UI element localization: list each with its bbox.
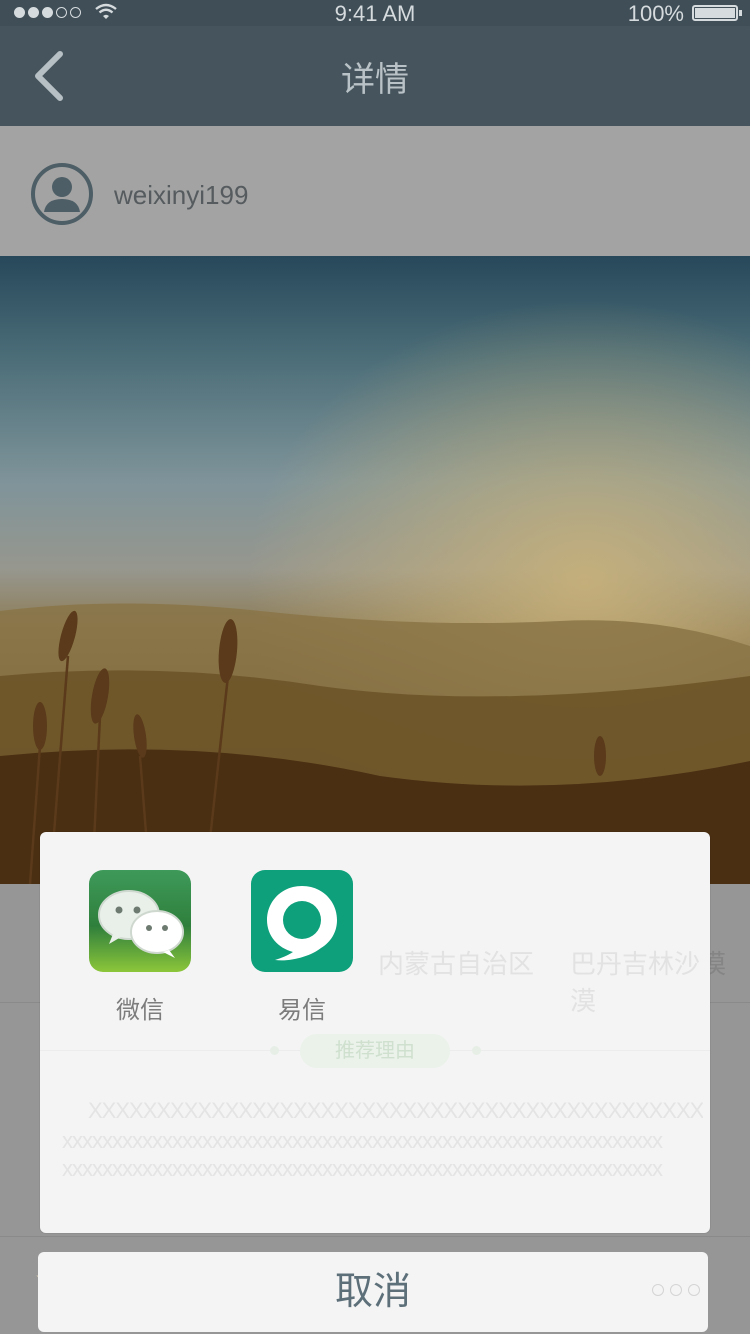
ghost-location-region: 内蒙古自治区 bbox=[378, 949, 535, 979]
battery-icon bbox=[692, 5, 742, 21]
recommend-text-line: xxxxxxxxxxxxxxxxxxxxxxxxxxxxxxxxxxxxxxxx… bbox=[62, 1128, 663, 1153]
avatar-icon[interactable] bbox=[30, 162, 94, 226]
cancel-button[interactable]: 取消 bbox=[38, 1252, 708, 1332]
sunset-landscape-image bbox=[0, 256, 750, 884]
share-sheet: 微信 易信 内蒙古自治区 巴丹吉林沙漠 推荐理由 XXXXXXXXXXXXXXX… bbox=[40, 832, 710, 1233]
recommend-reason-badge: 推荐理由 bbox=[300, 1034, 450, 1068]
recommend-text-line: XXXXXXXXXXXXXXXXXXXXXXXXXXXXXXXXXXXXXXXX… bbox=[88, 1098, 703, 1123]
ghost-location-place: 巴丹吉林沙漠 bbox=[570, 949, 701, 1016]
ghost-dot bbox=[270, 1046, 279, 1055]
detail-photo bbox=[0, 256, 750, 884]
more-icon[interactable] bbox=[652, 1284, 700, 1296]
share-wechat-label: 微信 bbox=[116, 997, 164, 1024]
user-header[interactable]: weixinyi199 bbox=[0, 126, 750, 256]
share-wechat-button[interactable]: 微信 bbox=[89, 870, 191, 1025]
navigation-bar: 详情 bbox=[0, 26, 750, 126]
status-bar: 9:41 AM 100% bbox=[0, 0, 750, 26]
username[interactable]: weixinyi199 bbox=[114, 180, 248, 211]
battery-percentage: 100% bbox=[627, 1, 684, 26]
page-title: 详情 bbox=[341, 61, 409, 99]
share-yixin-button[interactable]: 易信 bbox=[251, 870, 353, 1025]
wechat-icon[interactable] bbox=[89, 870, 191, 972]
share-yixin-label: 易信 bbox=[278, 997, 326, 1024]
recommend-text-line: xxxxxxxxxxxxxxxxxxxxxxxxxxxxxxxxxxxxxxxx… bbox=[62, 1156, 663, 1181]
divider bbox=[0, 1236, 750, 1237]
yixin-icon[interactable] bbox=[251, 870, 353, 972]
ghost-dot bbox=[472, 1046, 481, 1055]
